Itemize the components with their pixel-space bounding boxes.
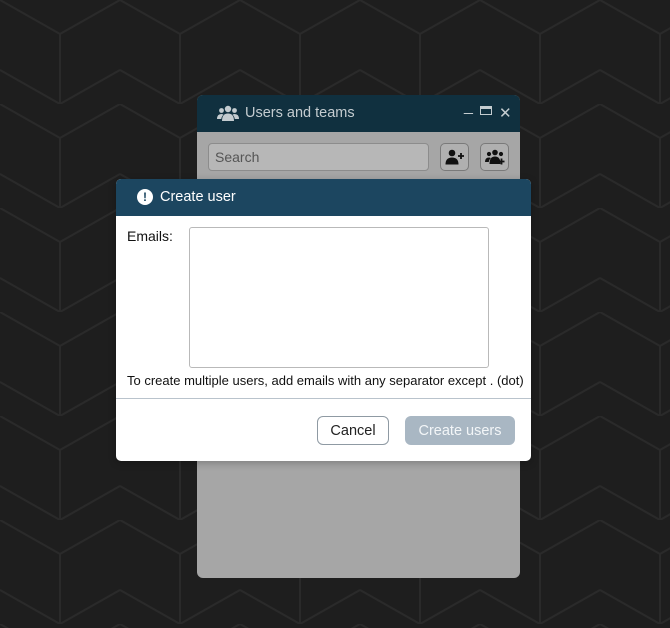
dialog-header: ! Create user bbox=[116, 179, 531, 216]
add-team-icon bbox=[484, 149, 504, 165]
dialog-divider bbox=[116, 398, 531, 399]
alert-icon: ! bbox=[137, 189, 153, 205]
window-title: Users and teams bbox=[245, 105, 355, 121]
emails-hint: To create multiple users, add emails wit… bbox=[127, 373, 524, 388]
create-user-dialog: ! Create user Emails: To create multiple… bbox=[116, 179, 531, 461]
minimize-button[interactable]: _ bbox=[464, 98, 473, 116]
emails-label: Emails: bbox=[127, 228, 173, 244]
search-input[interactable] bbox=[208, 143, 429, 171]
maximize-button[interactable] bbox=[480, 106, 492, 115]
add-user-button[interactable] bbox=[440, 143, 469, 171]
add-team-button[interactable] bbox=[480, 143, 509, 171]
cancel-button[interactable]: Cancel bbox=[317, 416, 389, 445]
add-user-icon bbox=[445, 149, 464, 165]
users-icon bbox=[217, 105, 239, 121]
dialog-title: Create user bbox=[160, 189, 236, 205]
create-users-button[interactable]: Create users bbox=[405, 416, 515, 445]
window-titlebar[interactable]: Users and teams _ ✕ bbox=[197, 95, 520, 132]
emails-textarea[interactable] bbox=[189, 227, 489, 368]
close-button[interactable]: ✕ bbox=[499, 104, 512, 122]
